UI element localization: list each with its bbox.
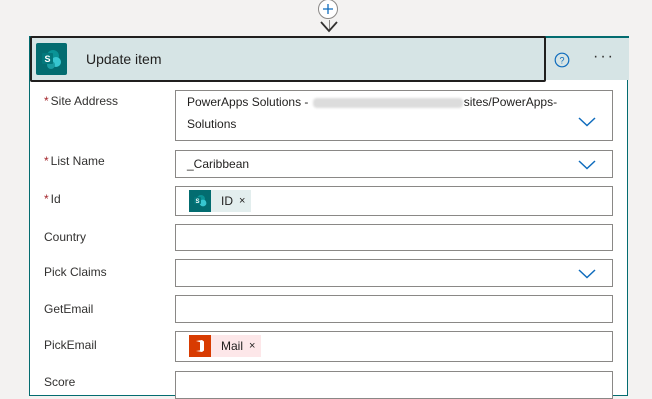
- pick-email-label: PickEmail: [44, 338, 97, 352]
- required-mark: *: [44, 94, 49, 108]
- country-label: Country: [44, 230, 87, 244]
- mail-dynamic-token[interactable]: Mail ×: [189, 335, 262, 357]
- chevron-down-icon[interactable]: [578, 160, 596, 170]
- id-label: * Id: [44, 192, 61, 206]
- svg-text:S: S: [44, 54, 50, 64]
- arrow-down-icon: [320, 21, 338, 33]
- svg-text:S: S: [195, 199, 199, 205]
- update-item-card: S Update item ? ··· * Site Address PowerA…: [29, 36, 629, 399]
- sharepoint-icon: S: [189, 190, 211, 212]
- card-header[interactable]: S Update item ? ···: [30, 36, 629, 82]
- insert-step-button[interactable]: [318, 0, 338, 19]
- id-dynamic-token[interactable]: S ID ×: [189, 190, 252, 212]
- pick-claims-field[interactable]: [175, 259, 613, 287]
- required-mark: *: [44, 192, 49, 206]
- help-icon[interactable]: ?: [554, 52, 570, 68]
- remove-token-button[interactable]: ×: [239, 195, 245, 207]
- site-address-field[interactable]: PowerApps Solutions - sites/PowerApps- S…: [175, 90, 613, 141]
- card-header-title-area[interactable]: S Update item: [30, 36, 546, 82]
- more-options-button[interactable]: ···: [593, 48, 615, 66]
- mail-token-label: Mail: [221, 339, 244, 353]
- site-address-prefix: PowerApps Solutions -: [187, 95, 312, 109]
- blurred-url: [312, 97, 463, 108]
- pick-email-field[interactable]: Mail ×: [175, 331, 613, 362]
- remove-token-button[interactable]: ×: [249, 340, 255, 352]
- sharepoint-icon: S: [36, 43, 67, 75]
- chevron-down-icon[interactable]: [578, 269, 596, 279]
- list-name-label-text: List Name: [50, 154, 105, 168]
- svg-text:?: ?: [559, 56, 564, 66]
- required-mark: *: [44, 154, 49, 168]
- list-name-value: _Caribbean: [187, 157, 250, 171]
- get-email-field[interactable]: [175, 295, 613, 323]
- site-address-value-line2: Solutions: [187, 117, 237, 131]
- score-field[interactable]: [175, 371, 613, 399]
- score-label: Score: [44, 375, 76, 389]
- office-icon: [189, 335, 211, 357]
- id-label-text: Id: [50, 192, 61, 206]
- plus-icon: [323, 4, 333, 14]
- id-token-label: ID: [221, 194, 233, 208]
- site-address-suffix: sites/PowerApps-: [463, 95, 558, 109]
- list-name-field[interactable]: _Caribbean: [175, 150, 613, 178]
- site-address-label: * Site Address: [44, 94, 118, 108]
- action-title: Update item: [86, 51, 162, 67]
- site-address-label-text: Site Address: [50, 94, 119, 108]
- list-name-label: * List Name: [44, 154, 105, 168]
- pick-claims-label: Pick Claims: [44, 265, 107, 279]
- country-field[interactable]: [175, 224, 613, 251]
- id-field[interactable]: S ID ×: [175, 186, 613, 216]
- get-email-label: GetEmail: [44, 302, 94, 316]
- chevron-down-icon[interactable]: [578, 117, 596, 127]
- site-address-value: PowerApps Solutions - sites/PowerApps-: [187, 91, 557, 113]
